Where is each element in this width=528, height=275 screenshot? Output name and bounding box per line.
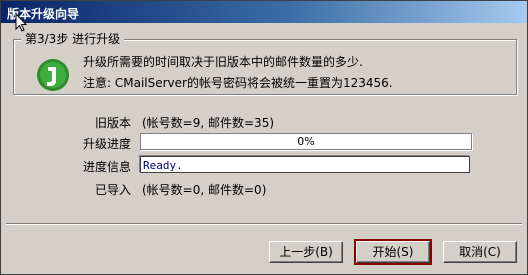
imported-value: (帐号数=0, 邮件数=0) [142, 183, 267, 197]
progress-info-field[interactable]: Ready. [140, 156, 470, 173]
start-button[interactable]: 开始(S) [354, 239, 432, 265]
old-version-value: (帐号数=9, 邮件数=35) [142, 116, 275, 130]
back-button[interactable]: 上一步(B) [269, 241, 343, 263]
step-title: 第3/3步 进行升级 [21, 30, 125, 47]
wizard-window: 版本升级向导 第3/3步 进行升级 升级所需要的时间取决于旧版本中的邮件数量的多… [0, 0, 528, 275]
button-separator [6, 223, 522, 225]
upgrade-progress-bar: 0% [140, 133, 472, 150]
progress-label: 升级进度 [82, 137, 131, 151]
cmailserver-logo-icon [37, 59, 69, 91]
title-bar[interactable]: 版本升级向导 [1, 1, 527, 23]
progress-info-text: Ready. [143, 159, 183, 172]
imported-label: 已导入 [94, 183, 131, 197]
cancel-button[interactable]: 取消(C) [443, 241, 517, 263]
step-message: 升级所需要的时间取决于旧版本中的邮件数量的多少. [83, 55, 363, 69]
progress-percent: 0% [297, 135, 315, 148]
reset-note: 注意: CMailServer的帐号密码将会被统一重置为123456. [83, 76, 393, 90]
old-version-label: 旧版本 [94, 116, 131, 130]
info-label: 进度信息 [82, 160, 131, 174]
mouse-pointer-icon [15, 13, 28, 32]
